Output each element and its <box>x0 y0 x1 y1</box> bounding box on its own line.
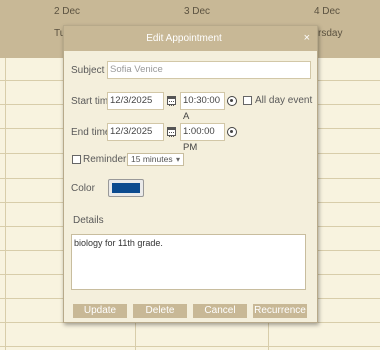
end-date-input[interactable]: 12/3/2025 <box>107 123 164 141</box>
close-icon[interactable]: × <box>304 32 310 44</box>
reminder-checkbox[interactable] <box>72 155 81 164</box>
grid-column-line <box>5 58 6 350</box>
color-label: Color <box>71 183 95 194</box>
chevron-down-icon: ▾ <box>175 155 180 164</box>
details-label: Details <box>73 215 104 226</box>
edit-appointment-dialog: Edit Appointment × Subject Sofia Venice … <box>63 25 318 323</box>
subject-input[interactable]: Sofia Venice <box>107 61 311 79</box>
update-button[interactable]: Update <box>73 304 127 318</box>
dialog-title: Edit Appointment <box>146 33 222 44</box>
end-time-input[interactable]: 1:00:00 PM <box>180 123 225 153</box>
reminder-label: Reminder <box>83 154 127 165</box>
start-date-input[interactable]: 12/3/2025 <box>107 92 164 110</box>
clock-icon[interactable] <box>227 127 237 137</box>
reminder-select-value: 15 minutes <box>131 154 173 164</box>
cancel-button[interactable]: Cancel <box>193 304 247 318</box>
color-swatch-fill <box>112 183 140 193</box>
reminder-select[interactable]: 15 minutes ▾ <box>127 153 184 166</box>
dialog-title-bar[interactable]: Edit Appointment × <box>64 26 317 51</box>
details-textarea[interactable]: biology for 11th grade. <box>71 234 306 290</box>
day-date-3: 3 Dec <box>183 6 211 17</box>
recurrence-button[interactable]: Recurrence <box>253 304 307 318</box>
subject-label: Subject <box>71 65 105 76</box>
all-day-checkbox[interactable] <box>243 96 252 105</box>
start-time-input[interactable]: 10:30:00 A <box>180 92 225 122</box>
grid-line <box>0 346 380 347</box>
delete-button[interactable]: Delete <box>133 304 187 318</box>
day-date-4: 4 Dec <box>313 6 341 17</box>
clock-icon[interactable] <box>227 96 237 106</box>
day-date-2: 2 Dec <box>53 6 81 17</box>
end-time-label: End time <box>71 127 111 138</box>
all-day-label: All day event <box>255 95 313 106</box>
color-picker[interactable] <box>108 179 144 197</box>
calendar-icon[interactable] <box>167 96 176 106</box>
calendar-icon[interactable] <box>167 127 176 137</box>
day-name-thursday: rsday <box>318 28 343 39</box>
